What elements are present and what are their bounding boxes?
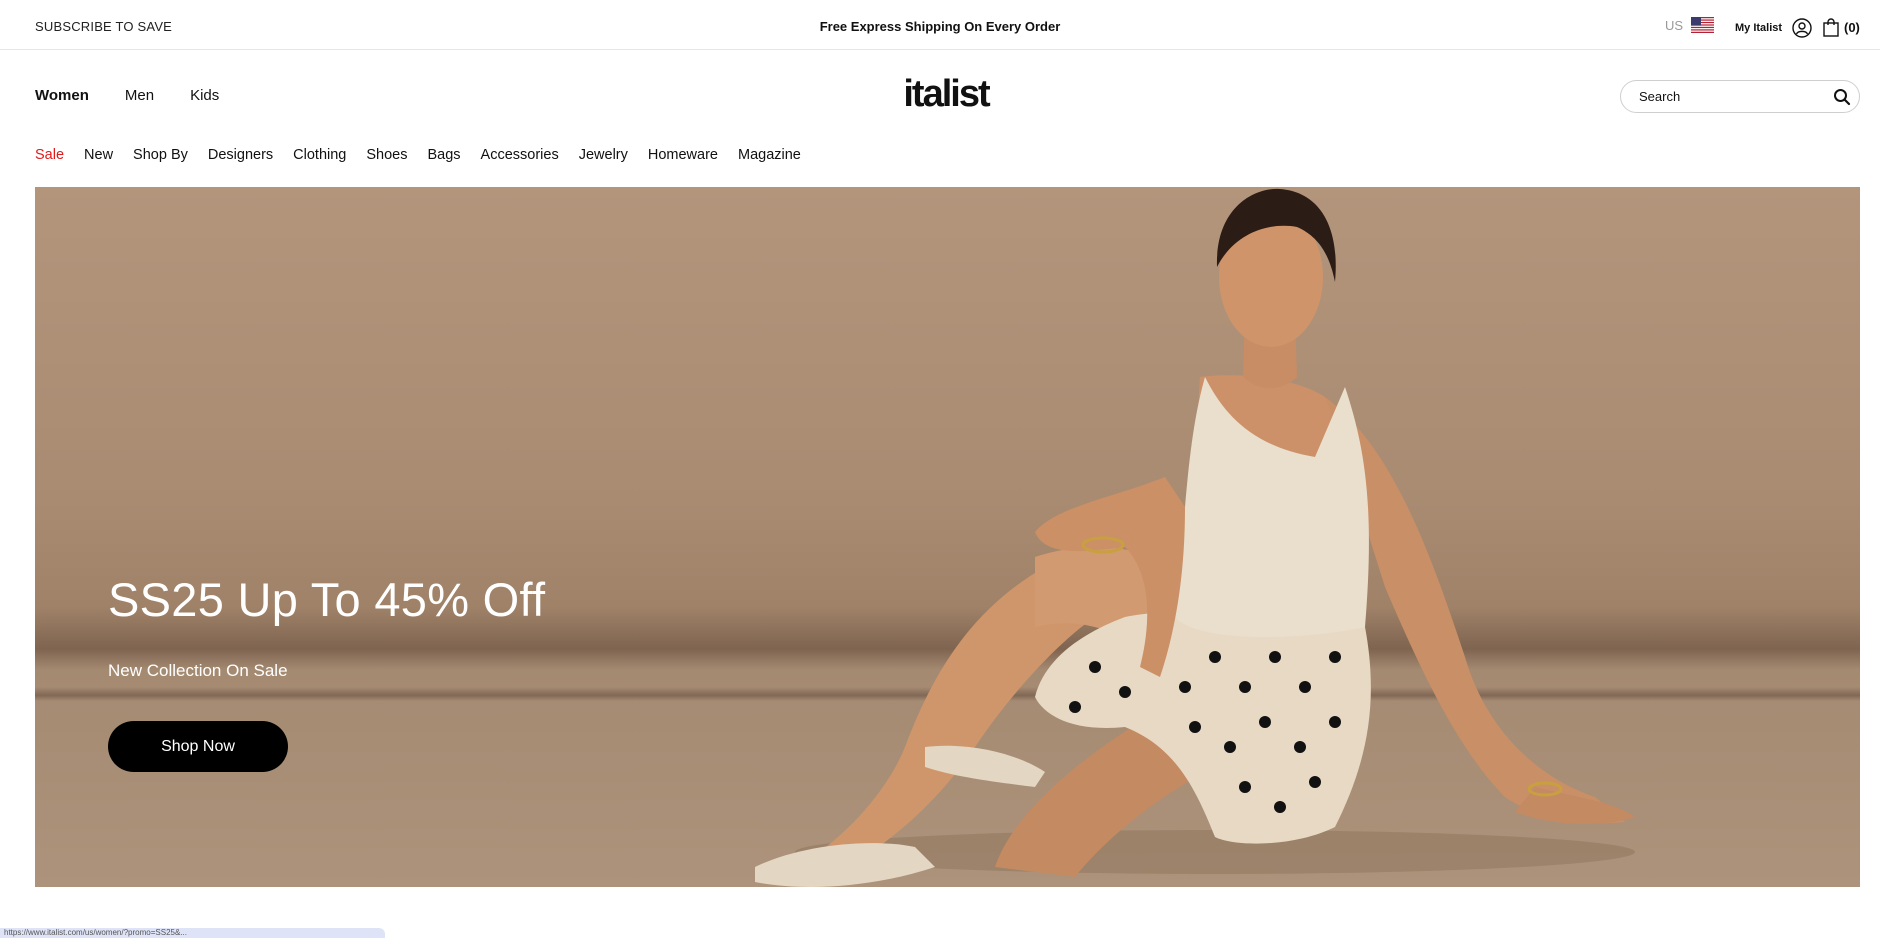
hero-model-image <box>755 188 1635 887</box>
search-box <box>1620 80 1860 113</box>
user-icon <box>1792 18 1812 38</box>
svg-text:italist: italist <box>903 74 991 114</box>
nav-jewelry[interactable]: Jewelry <box>579 147 628 163</box>
search-icon[interactable] <box>1833 88 1851 106</box>
my-account-link[interactable]: My Italist <box>1735 18 1812 38</box>
us-flag-icon <box>1691 17 1715 33</box>
shop-now-button[interactable]: Shop Now <box>108 721 288 772</box>
category-nav: Sale New Shop By Designers Clothing Shoe… <box>35 147 801 163</box>
subscribe-link[interactable]: SUBSCRIBE TO SAVE <box>35 19 172 34</box>
nav-new[interactable]: New <box>84 147 113 163</box>
shipping-banner: Free Express Shipping On Every Order <box>0 19 1880 34</box>
tab-women[interactable]: Women <box>35 87 89 104</box>
nav-designers[interactable]: Designers <box>208 147 273 163</box>
hero-subtitle: New Collection On Sale <box>108 661 288 680</box>
nav-magazine[interactable]: Magazine <box>738 147 801 163</box>
italist-logo[interactable]: italist <box>900 74 992 114</box>
tab-kids[interactable]: Kids <box>190 87 219 104</box>
department-tabs: Women Men Kids <box>35 87 219 104</box>
nav-shop-by[interactable]: Shop By <box>133 147 188 163</box>
hero-banner[interactable]: SS25 Up To 45% Off New Collection On Sal… <box>35 187 1860 887</box>
country-selector[interactable]: US <box>1665 17 1715 33</box>
country-code: US <box>1665 17 1684 33</box>
hero-title: SS25 Up To 45% Off <box>108 573 546 626</box>
nav-clothing[interactable]: Clothing <box>293 147 346 163</box>
nav-shoes[interactable]: Shoes <box>366 147 407 163</box>
search-input[interactable] <box>1639 89 1819 104</box>
nav-sale[interactable]: Sale <box>35 147 64 163</box>
status-bar-url: https://www.italist.com/us/women/?promo=… <box>0 928 385 938</box>
top-utility-bar: SUBSCRIBE TO SAVE Free Express Shipping … <box>0 0 1880 50</box>
shipping-text: Free Express Shipping On Every Order <box>819 19 1061 34</box>
cart-button[interactable]: (0) <box>1823 18 1860 37</box>
nav-homeware[interactable]: Homeware <box>648 147 718 163</box>
account-label: My Italist <box>1735 22 1783 34</box>
tab-men[interactable]: Men <box>125 87 154 104</box>
nav-accessories[interactable]: Accessories <box>481 147 559 163</box>
cart-count: (0) <box>1844 20 1860 35</box>
shopping-bag-icon <box>1823 18 1839 37</box>
nav-bags[interactable]: Bags <box>427 147 460 163</box>
